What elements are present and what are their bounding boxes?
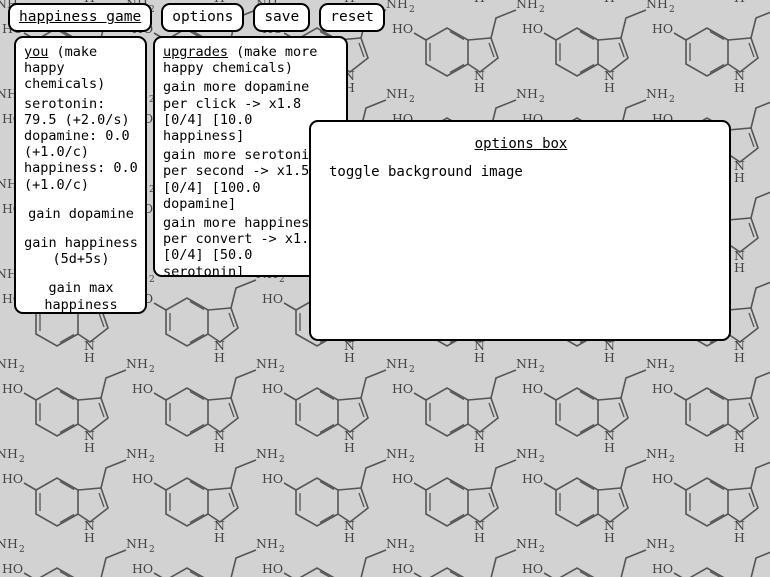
options-box-panel: options box toggle background image: [309, 120, 731, 341]
top-tab-bar: happiness game options save reset: [8, 3, 385, 32]
tab-options[interactable]: options: [161, 3, 245, 32]
action-gain-dopamine[interactable]: gain dopamine: [24, 206, 138, 222]
tab-save[interactable]: save: [253, 3, 311, 32]
action-gain-happiness[interactable]: gain happiness (5d+5s): [24, 235, 138, 267]
stat-serotonin: serotonin: 79.5 (+2.0/s): [24, 95, 130, 128]
upgrades-panel-title: upgrades: [163, 44, 229, 60]
option-toggle-background-image[interactable]: toggle background image: [323, 163, 719, 181]
tab-happiness-game[interactable]: happiness game: [8, 3, 153, 32]
action-gain-max-happiness[interactable]: gain max happiness (+0.0): [24, 280, 138, 312]
upgrades-panel-header: upgrades (make more happy chemicals): [163, 44, 339, 76]
options-box-title: options box: [474, 136, 568, 152]
stat-dopamine: dopamine: 0.0 (+1.0/c): [24, 128, 138, 161]
tab-reset[interactable]: reset: [319, 3, 385, 32]
stat-happiness: happiness: 0.0 (+1.0/c): [24, 160, 146, 193]
you-panel-title: you: [24, 44, 49, 60]
you-panel: you (make happy chemicals) serotonin: 79…: [14, 36, 147, 314]
you-panel-header: you (make happy chemicals): [24, 44, 138, 93]
